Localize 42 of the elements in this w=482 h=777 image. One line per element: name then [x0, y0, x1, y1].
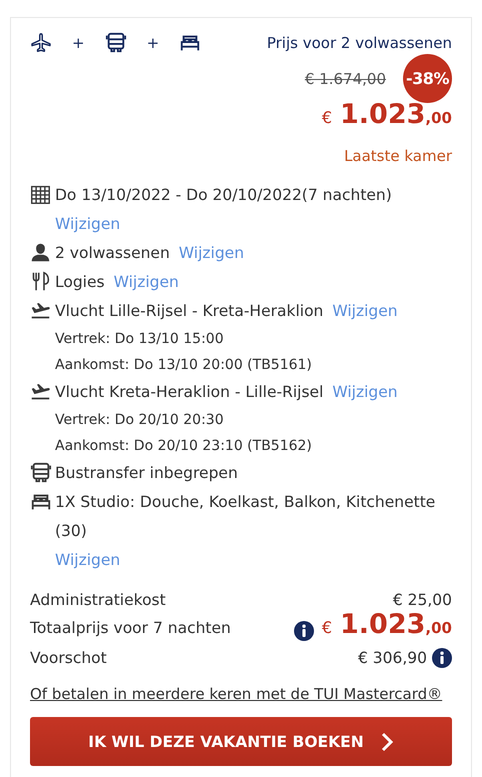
book-button[interactable]: IK WIL DEZE VAKANTIE BOEKEN	[30, 717, 452, 766]
mastercard-link[interactable]: Of betalen in meerdere keren met de TUI Mastercard®	[30, 685, 442, 703]
change-link[interactable]: Wijzigen	[332, 378, 398, 407]
flight-time: Aankomst: Do 13/10 20:00 (TB5161)	[55, 356, 312, 375]
cutlery-icon	[30, 271, 51, 292]
plane-icon	[30, 381, 51, 402]
detail-text: Do 13/10/2022 - Do 20/10/2022(7 nachten)	[55, 185, 392, 206]
summary-label: Voorschot	[30, 648, 107, 669]
detail-text: Vlucht Lille-Rijsel - Kreta-Heraklion	[55, 301, 324, 322]
person-icon	[30, 242, 51, 263]
change-link[interactable]: Wijzigen	[178, 239, 244, 268]
plane-icon	[30, 32, 52, 54]
plus-sign: +	[72, 34, 85, 52]
total-price: € 1.023,00	[322, 614, 452, 638]
availability-note: Laatste kamer	[344, 147, 452, 165]
change-link[interactable]: Wijzigen	[55, 210, 120, 239]
calendar-icon	[30, 184, 51, 205]
summary-value: € 25,00	[392, 590, 452, 611]
change-link[interactable]: Wijzigen	[114, 268, 179, 297]
plane-icon	[30, 300, 51, 321]
plus-sign: +	[146, 34, 160, 52]
info-icon[interactable]	[294, 621, 314, 641]
change-link[interactable]: Wijzigen	[55, 546, 120, 575]
bus-icon	[104, 32, 127, 54]
discount-badge: -38%	[403, 54, 452, 103]
flight-time: Vertrek: Do 20/10 20:30	[55, 411, 224, 430]
chevron-icon	[380, 732, 394, 752]
detail-text: Bustransfer inbegrepen	[55, 463, 238, 484]
summary-label: Totaalprijs voor 7 nachten	[30, 618, 231, 639]
info-icon[interactable]	[432, 648, 452, 668]
bus-icon	[30, 462, 51, 483]
flight-time: Vertrek: Do 13/10 15:00	[55, 330, 224, 349]
summary-value: € 306,90	[358, 648, 427, 669]
detail-text: Logies	[55, 272, 105, 293]
change-link[interactable]: Wijzigen	[332, 297, 398, 326]
old-price: € 1.674,00	[304, 70, 386, 88]
detail-text: 2 volwassenen	[55, 243, 170, 264]
detail-text: 1X Studio: Douche, Koelkast, Balkon, Kitchenette (30)	[55, 492, 436, 542]
summary-label: Administratiekost	[30, 590, 166, 611]
flight-time: Aankomst: Do 20/10 23:10 (TB5162)	[55, 437, 312, 456]
detail-text: Vlucht Kreta-Heraklion - Lille-Rijsel	[55, 382, 324, 403]
price-label: Prijs voor 2 volwassenen	[266, 33, 452, 54]
